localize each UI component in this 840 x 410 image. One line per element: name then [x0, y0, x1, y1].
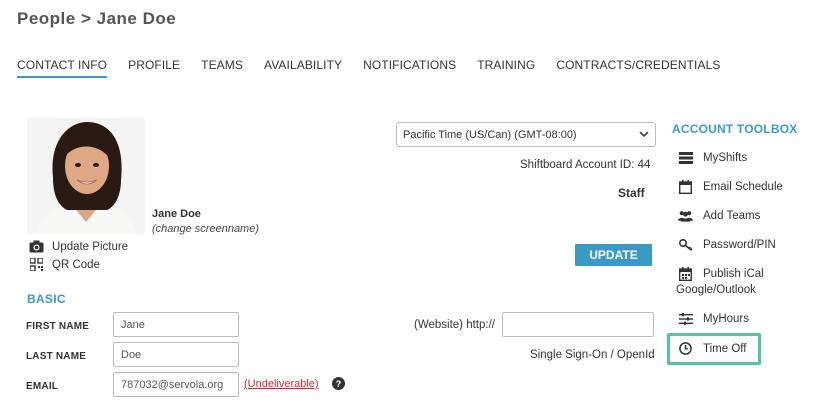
role-label: Staff: [618, 186, 645, 200]
toolbox-time-off[interactable]: Time Off: [678, 341, 746, 356]
toolbox-password-pin-label: Password/PIN: [703, 238, 776, 251]
tab-contact-info[interactable]: CONTACT INFO: [17, 58, 108, 78]
toolbox-myhours-label: MyHours: [703, 312, 750, 325]
tab-notifications[interactable]: NOTIFICATIONS: [363, 58, 456, 78]
svg-text:?: ?: [336, 379, 342, 389]
calendar-icon: [678, 179, 693, 194]
toolbox-myshifts-label: MyShifts: [703, 151, 748, 164]
tab-teams[interactable]: TEAMS: [201, 58, 243, 78]
list-icon: [678, 150, 693, 165]
first-name-label: FIRST NAME: [26, 321, 90, 332]
profile-photo: [27, 118, 145, 234]
toolbox-password-pin[interactable]: Password/PIN: [678, 237, 776, 252]
help-icon[interactable]: ?: [332, 377, 345, 393]
toolbox-time-off-label: Time Off: [703, 342, 747, 355]
qr-code-label: QR Code: [52, 258, 100, 271]
tab-profile[interactable]: PROFILE: [128, 58, 180, 78]
clock-icon: [678, 341, 693, 356]
tab-contracts-credentials[interactable]: CONTRACTS/CREDENTIALS: [556, 58, 720, 78]
first-name-field[interactable]: Jane: [113, 312, 239, 337]
calendar-grid-icon: [678, 266, 693, 281]
sliders-icon: [678, 311, 693, 326]
toolbox-publish-ical-label2[interactable]: Google/Outlook: [676, 284, 756, 296]
users-icon: [678, 208, 693, 223]
toolbox-myhours[interactable]: MyHours: [678, 311, 749, 326]
email-field[interactable]: 787032@servola.org: [113, 372, 239, 397]
update-picture-label: Update Picture: [52, 240, 129, 253]
last-name-field[interactable]: Doe: [113, 342, 239, 367]
toolbox-email-schedule[interactable]: Email Schedule: [678, 179, 783, 194]
toolbox-add-teams-label: Add Teams: [703, 209, 761, 222]
undeliverable-link[interactable]: (Undeliverable): [244, 378, 319, 390]
basic-section-title: BASIC: [27, 292, 66, 306]
last-name-label: LAST NAME: [26, 351, 87, 362]
update-button[interactable]: UPDATE: [575, 244, 652, 266]
chevron-down-icon: [639, 129, 649, 141]
profile-name: Jane Doe: [152, 208, 201, 220]
update-picture-link[interactable]: Update Picture: [29, 239, 128, 254]
tab-training[interactable]: TRAINING: [477, 58, 535, 78]
account-toolbox-title: ACCOUNT TOOLBOX: [672, 122, 798, 136]
toolbox-add-teams[interactable]: Add Teams: [678, 208, 760, 223]
change-screenname-link[interactable]: (change screenname): [152, 222, 259, 237]
camera-icon: [29, 239, 44, 254]
website-label: (Website) http://: [414, 319, 495, 331]
website-field[interactable]: [502, 312, 654, 337]
account-id: Shiftboard Account ID: 44: [520, 159, 651, 171]
timezone-value: Pacific Time (US/Can) (GMT-08:00): [403, 128, 577, 141]
qr-code-link[interactable]: QR Code: [29, 257, 100, 272]
tab-bar: CONTACT INFO PROFILE TEAMS AVAILABILITY …: [17, 58, 741, 78]
page-title: People > Jane Doe: [17, 9, 177, 28]
toolbox-publish-ical[interactable]: Publish iCal: [678, 266, 764, 281]
timezone-select[interactable]: Pacific Time (US/Can) (GMT-08:00): [396, 122, 656, 147]
tab-availability[interactable]: AVAILABILITY: [264, 58, 342, 78]
qr-code-icon: [29, 257, 44, 272]
key-icon: [678, 237, 693, 252]
toolbox-email-schedule-label: Email Schedule: [703, 180, 783, 193]
toolbox-publish-ical-label: Publish iCal: [703, 267, 764, 280]
sso-label: Single Sign-On / OpenId: [530, 349, 655, 361]
profile-name-block: Jane Doe (change screenname): [152, 207, 259, 237]
toolbox-myshifts[interactable]: MyShifts: [678, 150, 747, 165]
email-label: EMAIL: [26, 381, 59, 392]
